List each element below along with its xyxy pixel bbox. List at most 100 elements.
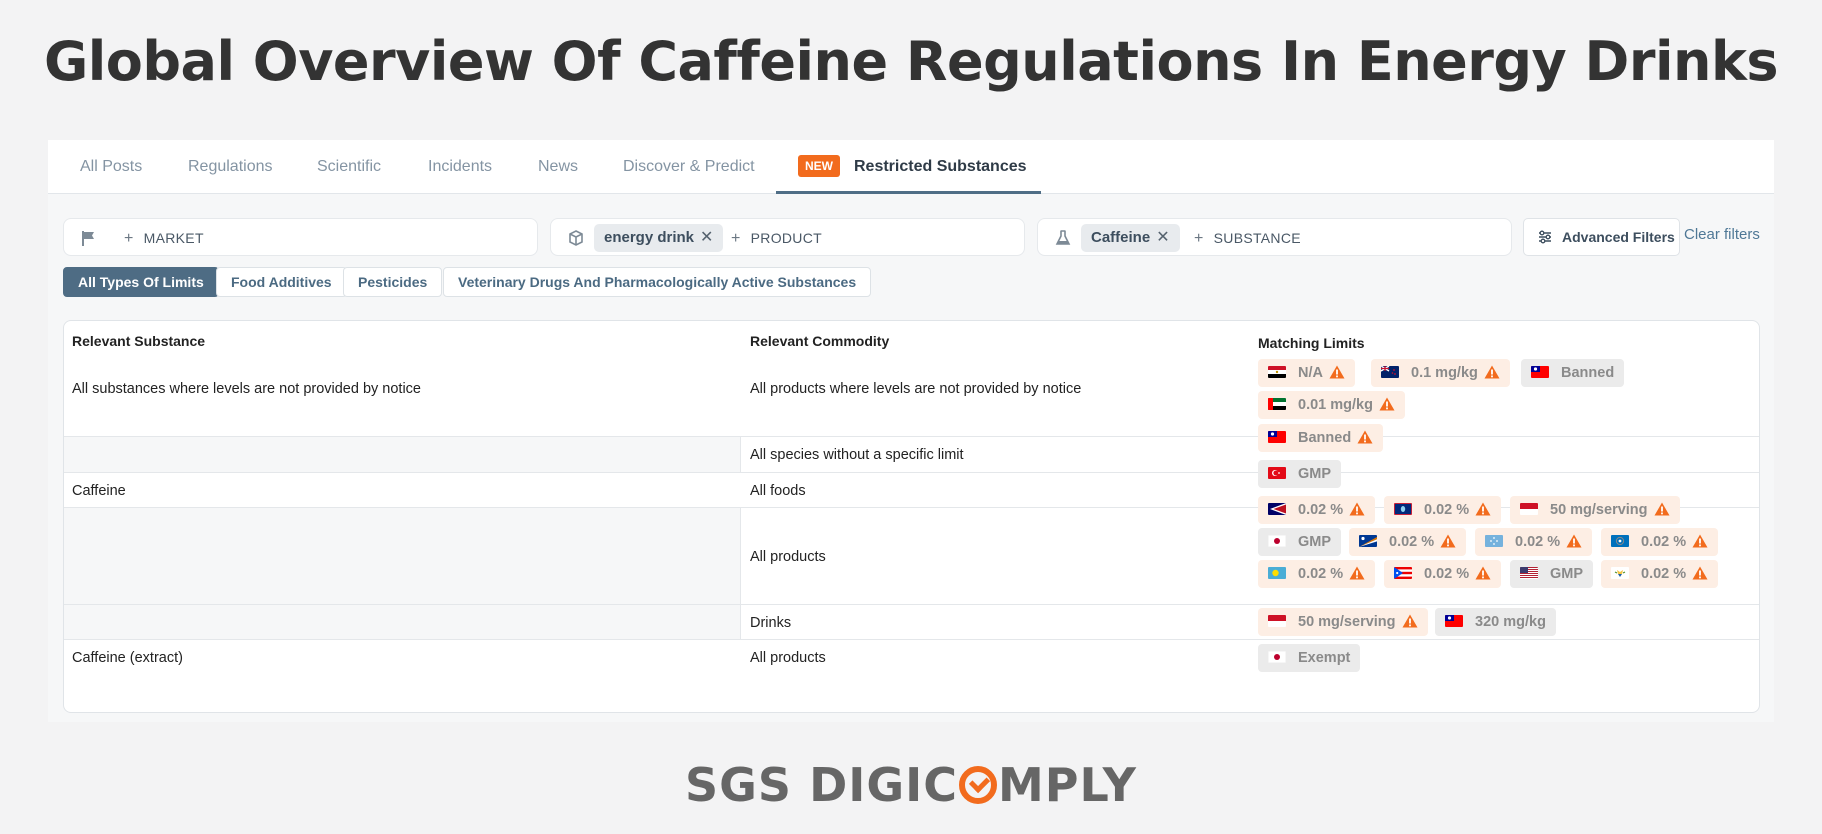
market-filter[interactable]: + MARKET	[63, 218, 538, 256]
table-row: All species without a specific limit	[64, 436, 1759, 472]
table-row: Caffeine All foods	[64, 472, 1759, 507]
indonesia-flag-icon	[1268, 615, 1286, 628]
limit-badge[interactable]: 50 mg/serving	[1258, 608, 1428, 636]
limit-badge[interactable]: 0.02 %	[1258, 560, 1376, 588]
tab-restricted-substances-label: Restricted Substances	[854, 158, 1027, 175]
limit-value: 0.02 %	[1298, 502, 1344, 518]
commodity-cell: All foods	[750, 483, 806, 499]
substance-chip: Caffeine ✕	[1081, 224, 1180, 252]
limit-badge[interactable]: Exempt	[1258, 644, 1361, 672]
content-panel: All Posts Regulations Scientific Inciden…	[48, 140, 1774, 722]
limit-badge[interactable]: 0.02 %	[1601, 528, 1719, 556]
table-row: Caffeine (extract) All products	[64, 639, 1759, 712]
tab-scientific[interactable]: Scientific	[317, 140, 381, 194]
logo-text-right: MPLY	[998, 758, 1137, 812]
substance-cell: Caffeine	[72, 483, 126, 499]
tab-restricted-substances[interactable]: NEW Restricted Substances	[776, 140, 1041, 194]
limit-badge[interactable]: Banned	[1258, 424, 1384, 452]
turkey-flag-icon	[1268, 467, 1286, 480]
virgin-islands-flag-icon	[1611, 567, 1629, 580]
indonesia-flag-icon	[1520, 503, 1538, 516]
limit-badge[interactable]: 0.02 %	[1475, 528, 1593, 556]
sliders-icon	[1539, 230, 1551, 244]
new-zealand-flag-icon	[1381, 366, 1399, 379]
sgs-digicomply-logo: SGS DIGIC MPLY	[0, 758, 1822, 812]
limit-badge[interactable]: 0.02 %	[1384, 560, 1502, 588]
usa-flag-icon	[1520, 567, 1538, 580]
limit-value: 0.02 %	[1641, 566, 1687, 582]
substance-chip-label: Caffeine	[1091, 229, 1151, 246]
substance-filter[interactable]: Caffeine ✕ + SUBSTANCE	[1037, 218, 1512, 256]
remove-product-chip-icon[interactable]: ✕	[700, 229, 713, 246]
flag-icon	[82, 231, 94, 246]
warning-icon	[1475, 502, 1491, 516]
limit-type-pesticides[interactable]: Pesticides	[343, 267, 443, 297]
warning-icon	[1349, 566, 1365, 580]
limit-badge[interactable]: GMP	[1510, 560, 1594, 588]
commodity-cell: All species without a specific limit	[750, 447, 964, 463]
northern-mariana-flag-icon	[1611, 535, 1629, 548]
limit-badge[interactable]: 50 mg/serving	[1510, 496, 1680, 524]
add-market-button[interactable]: + MARKET	[124, 219, 204, 257]
warning-icon	[1440, 534, 1456, 548]
limit-value: 0.02 %	[1298, 566, 1344, 582]
limit-badge[interactable]: GMP	[1258, 528, 1342, 556]
limit-badge[interactable]: 0.02 %	[1258, 496, 1376, 524]
warning-icon	[1357, 430, 1373, 444]
limit-type-veterinary-drugs[interactable]: Veterinary Drugs And Pharmacologically A…	[443, 267, 872, 297]
uae-flag-icon	[1268, 398, 1286, 411]
warning-icon	[1692, 566, 1708, 580]
logo-check-icon	[959, 765, 997, 804]
limit-badge[interactable]: 0.1 mg/kg	[1371, 359, 1510, 387]
micronesia-flag-icon	[1485, 535, 1503, 548]
limit-value: 0.02 %	[1389, 534, 1435, 550]
limit-value: 0.01 mg/kg	[1298, 397, 1373, 413]
warning-icon	[1379, 397, 1395, 411]
guam-flag-icon	[1394, 503, 1412, 516]
warning-icon	[1692, 534, 1708, 548]
taiwan-flag-icon	[1268, 431, 1286, 444]
marshall-islands-flag-icon	[1359, 535, 1377, 548]
warning-icon	[1566, 534, 1582, 548]
plus-icon: +	[731, 230, 741, 247]
limit-badge[interactable]: GMP	[1258, 460, 1342, 488]
tab-all-posts[interactable]: All Posts	[80, 140, 142, 194]
product-chip-label: energy drink	[604, 229, 695, 246]
tab-news[interactable]: News	[538, 140, 578, 194]
japan-flag-icon	[1268, 535, 1286, 548]
new-badge: NEW	[798, 154, 840, 177]
commodity-cell: All products	[750, 650, 826, 666]
limit-badge[interactable]: Banned	[1521, 359, 1625, 387]
limit-badge[interactable]: 0.02 %	[1384, 496, 1502, 524]
product-filter[interactable]: energy drink ✕ + PRODUCT	[550, 218, 1025, 256]
commodity-cell: All products where levels are not provid…	[750, 381, 1082, 397]
add-product-button[interactable]: + PRODUCT	[731, 219, 822, 257]
limit-badge[interactable]: 320 mg/kg	[1435, 608, 1556, 636]
clear-filters-link[interactable]: Clear filters	[1684, 226, 1760, 243]
limit-badge[interactable]: 0.02 %	[1601, 560, 1719, 588]
remove-substance-chip-icon[interactable]: ✕	[1156, 229, 1169, 246]
limit-badge[interactable]: 0.01 mg/kg	[1258, 391, 1405, 419]
warning-icon	[1484, 365, 1500, 379]
box-icon	[569, 230, 583, 246]
warning-icon	[1349, 502, 1365, 516]
limit-value: Exempt	[1298, 650, 1351, 666]
limit-type-food-additives[interactable]: Food Additives	[216, 267, 347, 297]
tab-regulations[interactable]: Regulations	[188, 140, 273, 194]
limit-value: 50 mg/serving	[1298, 614, 1396, 630]
advanced-filters-button[interactable]: Advanced Filters	[1523, 218, 1680, 256]
substance-cell	[64, 605, 741, 639]
limit-badge[interactable]: 0.02 %	[1349, 528, 1467, 556]
limit-value: 50 mg/serving	[1550, 502, 1648, 518]
warning-icon	[1654, 502, 1670, 516]
tab-discover-predict[interactable]: Discover & Predict	[623, 140, 755, 194]
limit-badge[interactable]: N/A	[1258, 359, 1355, 387]
tab-incidents[interactable]: Incidents	[428, 140, 492, 194]
substance-cell: Caffeine (extract)	[72, 650, 183, 666]
plus-icon: +	[1194, 230, 1204, 247]
limit-value: 0.02 %	[1641, 534, 1687, 550]
substance-cell	[64, 508, 741, 604]
limit-value: 0.02 %	[1424, 502, 1470, 518]
limit-type-all[interactable]: All Types Of Limits	[63, 267, 219, 297]
add-substance-button[interactable]: + SUBSTANCE	[1194, 219, 1301, 257]
